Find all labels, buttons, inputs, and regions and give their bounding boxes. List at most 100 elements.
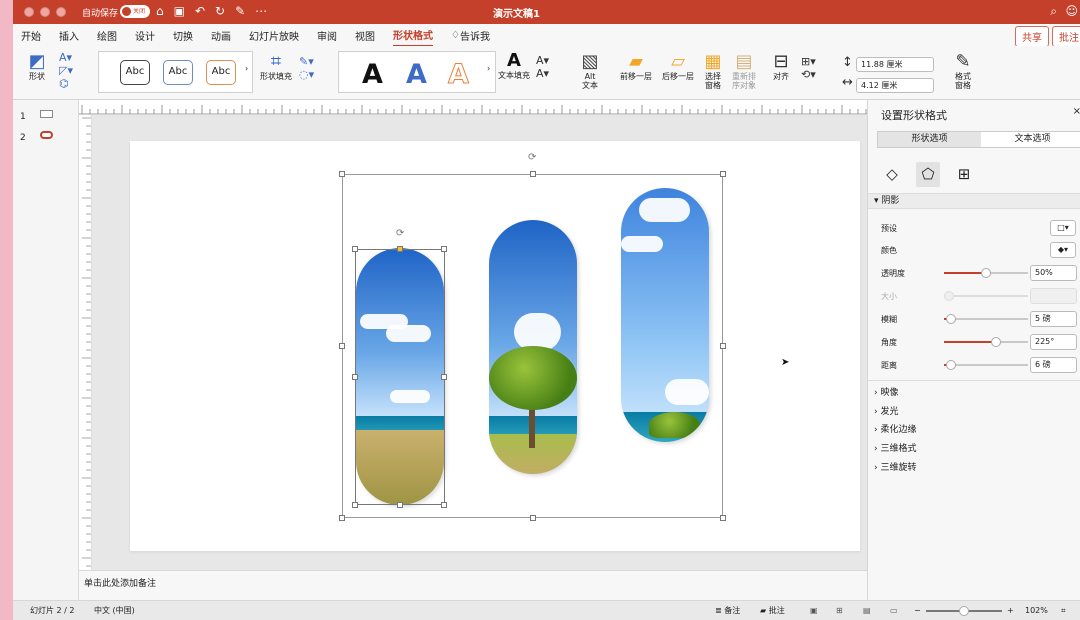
shadow-color-dropdown[interactable]: ◆▾ xyxy=(1050,242,1076,258)
tab-view[interactable]: 视图 xyxy=(355,25,375,46)
share-button[interactable]: 共享 xyxy=(1015,26,1049,47)
zoom-slider-knob[interactable] xyxy=(959,606,969,616)
reflection-section[interactable]: › 映像 xyxy=(874,385,898,398)
shape-handle-bottom-right[interactable] xyxy=(441,502,447,508)
zoom-in-icon[interactable]: + xyxy=(1007,601,1014,620)
blur-knob[interactable] xyxy=(945,314,956,324)
user-icon[interactable]: ☺ xyxy=(1065,4,1078,18)
transparency-input[interactable]: 50% xyxy=(1030,265,1077,281)
angle-knob[interactable] xyxy=(991,337,1002,347)
gallery-next-icon[interactable]: › xyxy=(245,64,248,73)
notes-pane[interactable]: 单击此处添加备注 xyxy=(79,570,867,600)
shape-style-gallery[interactable]: Abc Abc Abc xyxy=(98,51,253,93)
tab-design[interactable]: 设计 xyxy=(135,25,155,46)
wordart-next-icon[interactable]: › xyxy=(487,64,490,73)
alt-text-button[interactable]: ▧ Alt 文本 xyxy=(577,52,603,91)
distance-slider[interactable] xyxy=(944,360,1028,370)
right-rounded-photo-shape[interactable] xyxy=(621,188,709,442)
shape-style-1[interactable]: Abc xyxy=(120,60,150,85)
size-properties-icon[interactable]: ⊞ xyxy=(952,162,976,187)
group-handle-top[interactable] xyxy=(530,171,536,177)
selected-shape-outline[interactable] xyxy=(355,249,445,505)
wordart-gallery[interactable]: A A A xyxy=(338,51,496,93)
group-handle-right[interactable] xyxy=(720,343,726,349)
distance-knob[interactable] xyxy=(945,360,956,370)
more-icon[interactable]: ⋯ xyxy=(255,4,267,18)
tell-me-search[interactable]: 告诉我 xyxy=(460,25,490,46)
tab-animations[interactable]: 动画 xyxy=(211,25,231,46)
angle-slider[interactable] xyxy=(944,337,1028,347)
text-fill-button[interactable]: A 文本填充 xyxy=(496,51,532,81)
blur-input[interactable]: 5 磅 xyxy=(1030,311,1077,327)
effects-pentagon-icon[interactable]: ⬠ xyxy=(916,162,940,187)
bring-forward-button[interactable]: ▰ 前移一层 xyxy=(617,52,655,82)
wordart-black[interactable]: A xyxy=(362,60,383,90)
fit-slide-icon[interactable]: ⌗ xyxy=(1061,601,1066,620)
text-options-tab[interactable]: 文本选项 xyxy=(981,132,1080,147)
edit-icon[interactable]: ✎ xyxy=(235,4,245,18)
slide-thumbnail-2-selected[interactable] xyxy=(40,131,53,139)
group-rotate-handle-icon[interactable]: ⟳ xyxy=(528,152,536,163)
shape-width-input[interactable]: 4.12 厘米 xyxy=(856,78,934,93)
notes-toggle[interactable]: ≣ 备注 xyxy=(715,601,740,620)
angle-input[interactable]: 225° xyxy=(1030,334,1077,350)
transparency-slider[interactable] xyxy=(944,268,1028,278)
blur-slider[interactable] xyxy=(944,314,1028,324)
text-effects-icons[interactable]: A▾ A▾ xyxy=(536,54,549,80)
group-handle-left[interactable] xyxy=(339,343,345,349)
tab-slide-show[interactable]: 幻灯片放映 xyxy=(249,25,299,46)
close-window-button[interactable] xyxy=(24,7,34,17)
close-pane-icon[interactable]: × xyxy=(1073,106,1080,117)
group-handle-bottom-right[interactable] xyxy=(720,515,726,521)
selection-pane-button[interactable]: ▦ 选择 窗格 xyxy=(699,52,727,91)
zoom-out-icon[interactable]: − xyxy=(914,601,921,620)
tab-insert[interactable]: 插入 xyxy=(59,25,79,46)
slide-sorter-icon[interactable]: ⊞ xyxy=(836,601,843,620)
shape-handle-bottom[interactable] xyxy=(397,502,403,508)
outline-effects-icons[interactable]: ✎▾ ◌▾ xyxy=(299,55,314,81)
fill-line-icon[interactable]: ◇ xyxy=(880,162,904,187)
comments-button[interactable]: 批注 xyxy=(1052,26,1080,47)
tab-shape-format[interactable]: 形状格式 xyxy=(393,24,433,47)
group-handle-top-left[interactable] xyxy=(339,171,345,177)
group-handle-bottom[interactable] xyxy=(530,515,536,521)
tab-review[interactable]: 审阅 xyxy=(317,25,337,46)
zoom-percentage[interactable]: 102% xyxy=(1025,601,1048,620)
middle-rounded-photo-shape[interactable] xyxy=(489,220,577,474)
group-handle-bottom-left[interactable] xyxy=(339,515,345,521)
search-icon[interactable]: ⌕ xyxy=(1050,4,1057,19)
3d-rotation-section[interactable]: › 三维旋转 xyxy=(874,460,916,473)
distance-input[interactable]: 6 磅 xyxy=(1030,357,1077,373)
shape-handle-right[interactable] xyxy=(441,374,447,380)
shadow-section-header[interactable]: ▾ 阴影 xyxy=(868,193,1080,209)
shape-handle-top-right[interactable] xyxy=(441,246,447,252)
slide-thumbnail-1[interactable] xyxy=(40,110,53,118)
autosave-toggle[interactable]: 关闭 xyxy=(120,5,150,18)
redo-icon[interactable]: ↻ xyxy=(215,4,225,18)
home-icon[interactable]: ⌂ xyxy=(156,4,164,18)
zoom-slider[interactable] xyxy=(926,606,1002,616)
reorder-objects-button[interactable]: ▤ 重新排 序对象 xyxy=(727,52,761,91)
undo-icon[interactable]: ↶ xyxy=(195,4,205,18)
shape-fill-button[interactable]: ⌗ 形状填充 xyxy=(257,52,295,82)
shape-rotate-handle-icon[interactable]: ⟳ xyxy=(396,228,404,239)
shape-style-2[interactable]: Abc xyxy=(163,60,193,85)
slideshow-icon[interactable]: ▭ xyxy=(890,601,898,620)
minimize-window-button[interactable] xyxy=(40,7,50,17)
group-rotate-icons[interactable]: ⊞▾ ⟲▾ xyxy=(801,55,816,81)
shape-handle-bottom-left[interactable] xyxy=(352,502,358,508)
wordart-orange-outline[interactable]: A xyxy=(448,59,470,90)
shape-edit-icons[interactable]: A▾ ◸▾ ⌬ xyxy=(59,51,73,90)
transparency-knob[interactable] xyxy=(981,268,991,278)
tab-transitions[interactable]: 切换 xyxy=(173,25,193,46)
format-pane-button[interactable]: ✎ 格式 窗格 xyxy=(949,52,977,91)
send-backward-button[interactable]: ▱ 后移一层 xyxy=(659,52,697,82)
wordart-blue[interactable]: A xyxy=(406,60,427,90)
shape-style-3[interactable]: Abc xyxy=(206,60,236,85)
language-status[interactable]: 中文 (中国) xyxy=(94,601,135,620)
shape-button[interactable]: ◩ 形状 xyxy=(21,52,53,82)
shape-yellow-adjust-handle[interactable] xyxy=(397,246,403,252)
normal-view-icon[interactable]: ▣ xyxy=(810,601,818,620)
tab-draw[interactable]: 绘图 xyxy=(97,25,117,46)
zoom-window-button[interactable] xyxy=(56,7,66,17)
